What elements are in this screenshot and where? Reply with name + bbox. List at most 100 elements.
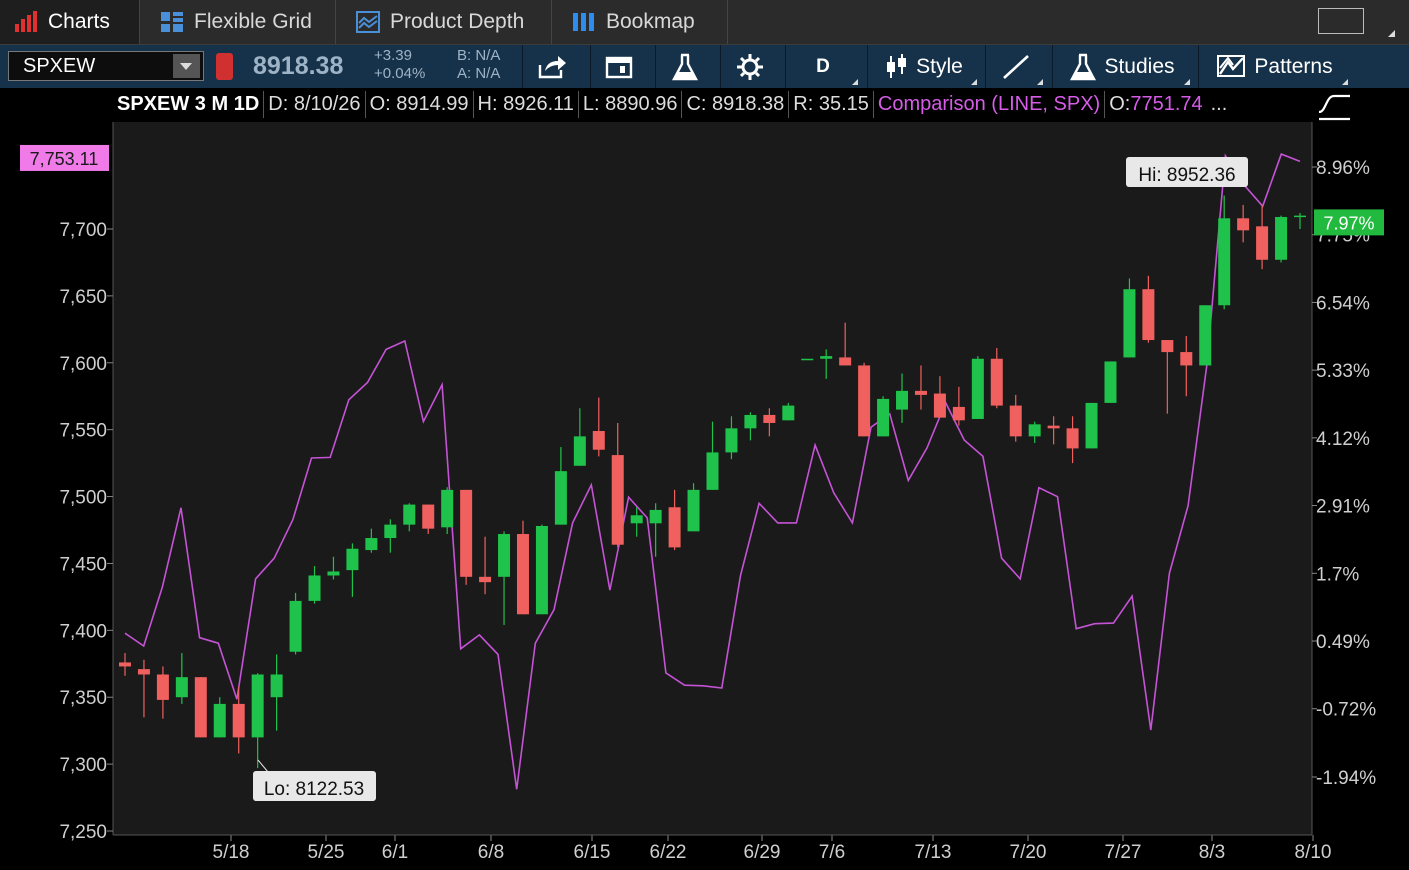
candle-body	[1123, 289, 1136, 358]
candle-body	[346, 548, 359, 571]
candle-body	[422, 504, 435, 529]
candle-body	[1199, 305, 1212, 366]
candle-body	[706, 452, 719, 490]
candle-body	[403, 504, 416, 525]
low-pointer	[257, 759, 269, 773]
right-current-value-text: 7.97%	[1323, 213, 1374, 233]
right-axis-label: 4.12%	[1316, 429, 1370, 450]
candle-body	[175, 677, 188, 698]
candle-body	[289, 600, 302, 652]
candle-body	[592, 431, 605, 450]
right-axis-label: 0.49%	[1316, 632, 1370, 653]
candle-body	[725, 428, 738, 453]
candle-body	[554, 471, 567, 525]
candle-body	[896, 390, 909, 410]
left-axis-label: 7,500	[59, 488, 107, 509]
candle-body	[763, 414, 776, 423]
candle-body	[384, 524, 397, 539]
left-axis-label: 7,650	[59, 287, 107, 308]
candle-body	[516, 534, 529, 615]
candle-body	[630, 515, 643, 524]
candle-body	[1104, 361, 1117, 403]
candle-body	[687, 489, 700, 532]
candle-body	[839, 357, 852, 366]
left-axis-label: 7,700	[59, 220, 107, 241]
left-axis-label: 7,350	[59, 688, 107, 709]
candle-body	[327, 571, 340, 576]
x-axis-label: 7/6	[819, 842, 845, 863]
candle-body	[194, 677, 207, 738]
candle-body	[119, 662, 131, 667]
candle-body	[858, 365, 871, 437]
candle-body	[914, 390, 927, 395]
left-axis-label: 7,250	[59, 822, 107, 843]
candle-body	[1218, 218, 1231, 306]
candle-body	[933, 393, 946, 418]
candle-body	[744, 414, 757, 429]
candle-body	[441, 489, 454, 528]
candle-body	[1180, 352, 1193, 366]
x-axis-label: 7/20	[1010, 842, 1047, 863]
candle-body	[573, 436, 586, 466]
candle-body	[1085, 402, 1098, 449]
left-axis-label: 7,300	[59, 755, 107, 776]
candle-body	[1047, 425, 1060, 429]
candle-body	[308, 575, 321, 601]
x-axis-label: 5/25	[308, 842, 345, 863]
left-axis-label: 7,450	[59, 554, 107, 575]
candle-body	[1009, 405, 1022, 437]
left-axis-label: 7,600	[59, 354, 107, 375]
candle-body	[213, 703, 226, 738]
candle-body	[270, 674, 283, 698]
right-axis-label: 2.91%	[1316, 497, 1370, 518]
x-axis-label: 6/22	[650, 842, 687, 863]
x-axis-label: 7/13	[915, 842, 952, 863]
candle-body	[232, 703, 245, 738]
right-axis-label: -1.94%	[1316, 768, 1376, 789]
x-axis-label: 6/15	[574, 842, 611, 863]
candle-body	[801, 358, 814, 361]
candle-body	[1237, 218, 1250, 231]
x-axis-label: 6/8	[478, 842, 504, 863]
x-axis-label: 6/29	[744, 842, 781, 863]
high-pointer	[1222, 186, 1232, 200]
x-axis-label: 7/27	[1105, 842, 1142, 863]
left-current-value-text: 7,753.11	[30, 149, 99, 169]
candle-body	[1161, 340, 1174, 353]
left-axis-label: 7,400	[59, 621, 107, 642]
candlestick-chart: 7,250 7,300 7,350 7,400 7,450 7,500 7,550 7,600…	[20, 122, 1384, 863]
x-axis-label: 8/10	[1295, 842, 1332, 863]
x-axis-label: 5/18	[213, 842, 250, 863]
candle-body	[1294, 215, 1306, 218]
candle-body	[365, 538, 378, 551]
candle-body	[498, 534, 511, 577]
candle-body	[782, 405, 795, 421]
right-axis-label: -0.72%	[1316, 700, 1376, 721]
candle-body	[137, 669, 150, 675]
candle-body	[877, 398, 890, 437]
candle-body	[649, 509, 662, 524]
right-axis-label: 1.7%	[1316, 564, 1359, 585]
high-annotation-text: Hi: 8952.36	[1138, 165, 1235, 186]
candle-body	[611, 455, 624, 545]
left-axis-label: 7,550	[59, 421, 107, 442]
candle-body	[820, 356, 833, 359]
x-axis-label: 8/3	[1199, 842, 1225, 863]
candle-body	[668, 507, 681, 548]
candle-body	[952, 406, 965, 421]
right-axis-label: 5.33%	[1316, 361, 1370, 382]
candle-body	[156, 674, 169, 700]
candle-body	[535, 525, 548, 615]
candle-body	[971, 358, 984, 419]
candle-body	[460, 489, 473, 577]
right-axis-label: 6.54%	[1316, 293, 1370, 314]
candle-body	[1066, 428, 1079, 449]
candle-body	[1275, 216, 1288, 260]
candle-body	[990, 358, 1003, 406]
candle-body	[1142, 289, 1155, 341]
candle-body	[1028, 424, 1041, 437]
candle-body	[1256, 226, 1269, 260]
low-annotation-text: Lo: 8122.53	[264, 779, 364, 800]
candle-body	[479, 576, 492, 583]
right-axis-label: 8.96%	[1316, 158, 1370, 179]
